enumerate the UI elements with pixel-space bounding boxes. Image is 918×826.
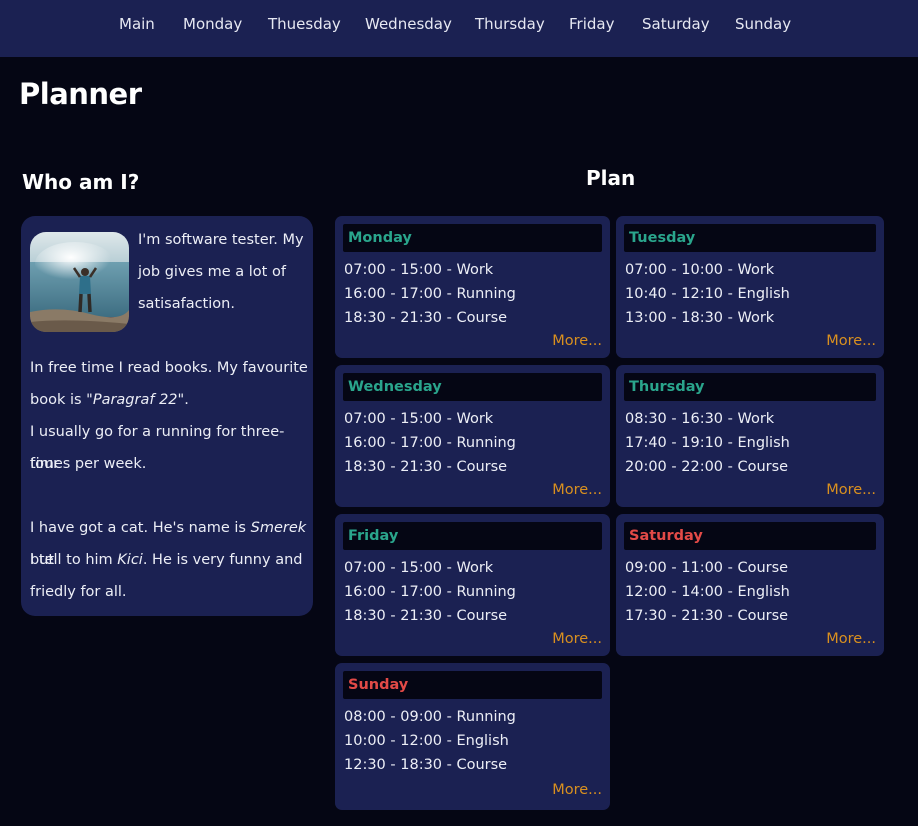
top-navigation: Main Monday Thuesday Wednesday Thursday … <box>0 0 918 57</box>
favourite-book-title: "Paragraf 22" <box>86 392 185 408</box>
schedule-entry: 07:00 - 10:00 - Work <box>625 262 775 278</box>
nav-item-wednesday[interactable]: Wednesday <box>365 15 452 33</box>
schedule-entry: 10:40 - 12:10 - English <box>625 286 790 302</box>
more-link-saturday[interactable]: More... <box>826 631 876 647</box>
schedule-entry: 09:00 - 11:00 - Course <box>625 560 789 576</box>
schedule-entry: 18:30 - 21:30 - Course <box>344 310 508 326</box>
day-card-header: Wednesday <box>343 373 602 401</box>
schedule-entry: 18:30 - 21:30 - Course <box>344 608 508 624</box>
about-section-title: Who am I? <box>22 170 140 194</box>
schedule-entry: 12:00 - 14:00 - English <box>625 584 790 600</box>
nav-item-monday[interactable]: Monday <box>183 15 242 33</box>
more-link-tuesday[interactable]: More... <box>826 333 876 349</box>
about-text-fragment: . He is very funny and <box>142 552 303 568</box>
schedule-entry: 18:30 - 21:30 - Course <box>344 459 508 475</box>
schedule-entry: 17:30 - 21:30 - Course <box>625 608 789 624</box>
day-card-friday: Friday 07:00 - 15:00 - Work 16:00 - 17:0… <box>335 514 610 656</box>
more-link-friday[interactable]: More... <box>552 631 602 647</box>
cat-nickname: Kici <box>117 552 143 568</box>
day-card-tuesday: Tuesday 07:00 - 10:00 - Work 10:40 - 12:… <box>616 216 884 358</box>
about-cat-line: friedly for all. <box>30 584 127 600</box>
nav-item-tuesday[interactable]: Thuesday <box>268 15 341 33</box>
more-link-wednesday[interactable]: More... <box>552 482 602 498</box>
day-card-header: Thursday <box>624 373 876 401</box>
day-card-header: Monday <box>343 224 602 252</box>
about-running-line: times per week. <box>30 456 147 472</box>
nav-item-friday[interactable]: Friday <box>569 15 614 33</box>
nav-item-sunday[interactable]: Sunday <box>735 15 791 33</box>
about-text-fragment: I have got a cat. He's name is <box>30 520 251 536</box>
schedule-entry: 16:00 - 17:00 - Running <box>344 584 516 600</box>
day-card-header: Tuesday <box>624 224 876 252</box>
schedule-entry: 17:40 - 19:10 - English <box>625 435 790 451</box>
nav-item-thursday[interactable]: Thursday <box>475 15 545 33</box>
about-books-line: book is "Paragraf 22". <box>30 384 189 416</box>
about-card: I'm software tester. My job gives me a l… <box>21 216 313 616</box>
cat-name: Smerek <box>250 520 307 536</box>
about-text-fragment: book is <box>30 392 87 408</box>
about-intro-line: I'm software tester. My <box>138 232 304 248</box>
schedule-entry: 13:00 - 18:30 - Work <box>625 310 775 326</box>
day-card-header: Saturday <box>624 522 876 550</box>
schedule-entry: 07:00 - 15:00 - Work <box>344 560 494 576</box>
about-text-fragment: I tell to him <box>30 552 118 568</box>
day-card-header: Sunday <box>343 671 602 699</box>
schedule-entry: 20:00 - 22:00 - Course <box>625 459 789 475</box>
schedule-entry: 08:30 - 16:30 - Work <box>625 411 775 427</box>
day-card-sunday: Sunday 08:00 - 09:00 - Running 10:00 - 1… <box>335 663 610 810</box>
nav-item-saturday[interactable]: Saturday <box>642 15 710 33</box>
day-card-thursday: Thursday 08:30 - 16:30 - Work 17:40 - 19… <box>616 365 884 507</box>
schedule-entry: 10:00 - 12:00 - English <box>344 733 509 749</box>
about-intro-line: job gives me a lot of <box>138 264 286 280</box>
about-intro-line: satisafaction. <box>138 296 235 312</box>
more-link-thursday[interactable]: More... <box>826 482 876 498</box>
schedule-entry: 07:00 - 15:00 - Work <box>344 262 494 278</box>
schedule-entry: 16:00 - 17:00 - Running <box>344 286 516 302</box>
schedule-entry: 12:30 - 18:30 - Course <box>344 757 508 773</box>
about-books-line: In free time I read books. My favourite <box>30 360 308 376</box>
more-link-monday[interactable]: More... <box>552 333 602 349</box>
schedule-entry: 07:00 - 15:00 - Work <box>344 411 494 427</box>
day-card-wednesday: Wednesday 07:00 - 15:00 - Work 16:00 - 1… <box>335 365 610 507</box>
about-text-fragment: . <box>184 392 189 408</box>
profile-photo <box>30 232 129 332</box>
day-card-monday: Monday 07:00 - 15:00 - Work 16:00 - 17:0… <box>335 216 610 358</box>
nav-item-main[interactable]: Main <box>119 15 155 33</box>
plan-section-title: Plan <box>586 166 636 190</box>
about-cat-line: I tell to him Kici. He is very funny and <box>30 544 302 576</box>
day-card-saturday: Saturday 09:00 - 11:00 - Course 12:00 - … <box>616 514 884 656</box>
more-link-sunday[interactable]: More... <box>552 782 602 798</box>
schedule-entry: 08:00 - 09:00 - Running <box>344 709 516 725</box>
page-title: Planner <box>19 77 142 111</box>
day-card-header: Friday <box>343 522 602 550</box>
schedule-entry: 16:00 - 17:00 - Running <box>344 435 516 451</box>
